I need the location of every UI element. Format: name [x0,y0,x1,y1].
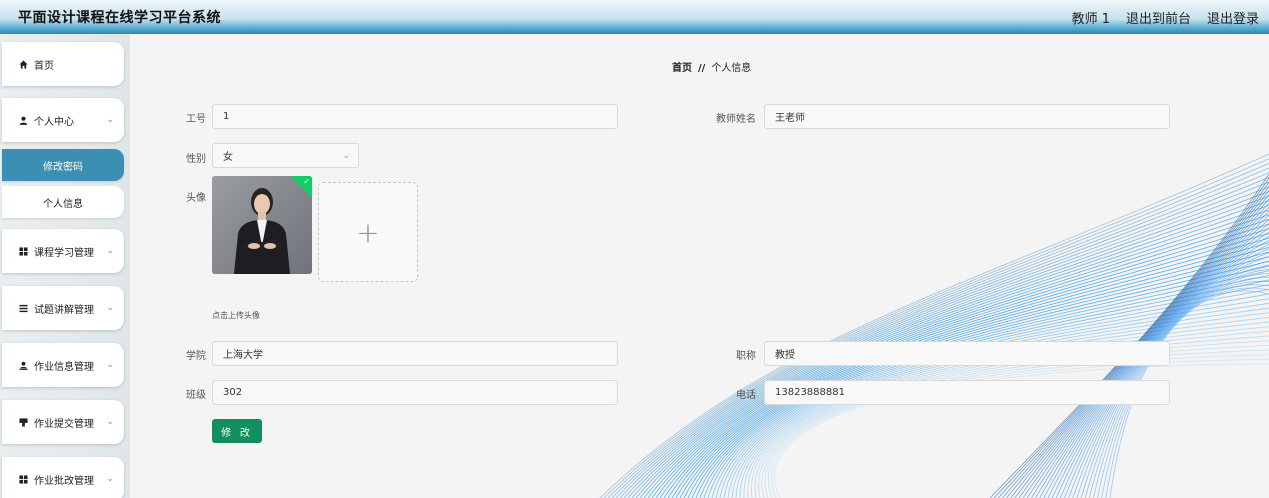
avatar-label: 头像 [186,193,206,204]
avatar-upload-tip: 点击上传头像 [212,311,260,320]
home-icon [18,59,28,69]
grid-icon [18,246,28,256]
sidebar-item-label: 课程学习管理 [34,247,94,259]
chevron-down-icon: ⌄ [106,303,114,313]
grid-icon [18,474,28,484]
wave-line [619,176,1269,498]
sidebar-item-label: 个人信息 [43,198,83,210]
avatar-preview[interactable]: ✓ [212,176,312,274]
teacher-name-input[interactable]: 王老师 [764,104,1170,129]
sidebar-item-exam-explanation[interactable]: 试题讲解管理 ⌄ [2,286,124,330]
sidebar-item-label: 作业信息管理 [34,361,94,373]
class-label: 班级 [186,390,206,401]
gender-label: 性别 [186,154,206,165]
sidebar-item-label: 修改密码 [43,161,83,173]
title-input[interactable]: 教授 [764,341,1170,366]
teacher-name-label: 教师姓名 [716,114,756,125]
sidebar-item-course-learning[interactable]: 课程学习管理 ⌄ [2,229,124,273]
user-icon [18,115,28,125]
sidebar-item-homework-submit[interactable]: 作业提交管理 ⌄ [2,400,124,444]
chevron-down-icon: ⌄ [106,417,114,427]
wave-line [1068,252,1269,498]
gender-select[interactable]: 女 ⌄ [212,143,359,168]
sidebar: 首页 个人中心 ⌄ 修改密码 个人信息 课程学习管理 ⌄ 试题讲解管理 ⌄ 作业… [0,34,130,498]
user-upload-icon [18,360,28,370]
sidebar-item-home[interactable]: 首页 [2,42,124,86]
chevron-down-icon: ⌄ [106,246,114,256]
job-no-input[interactable]: 1 [212,104,618,129]
sidebar-item-homework-info[interactable]: 作业信息管理 ⌄ [2,343,124,387]
title-label: 职称 [736,351,756,362]
phone-input[interactable]: 13823888881 [764,380,1170,405]
sidebar-item-label: 试题讲解管理 [34,304,94,316]
sidebar-item-homework-grading[interactable]: 作业批改管理 ⌄ [2,457,124,498]
top-bar: 平面设计课程在线学习平台系统 教师 1 退出到前台 退出登录 [0,0,1269,34]
sidebar-subitem-personal-info[interactable]: 个人信息 [2,186,124,218]
college-label: 学院 [186,351,206,362]
sidebar-item-label: 作业提交管理 [34,418,94,430]
breadcrumb-current: 个人信息 [711,63,752,74]
sidebar-subitem-change-password[interactable]: 修改密码 [2,149,124,181]
plus-icon: + [356,215,380,249]
chevron-down-icon: ⌄ [106,360,114,370]
gender-select-value: 女 [223,152,233,163]
chevron-down-icon: ⌄ [106,115,114,125]
list-icon [18,303,28,313]
logout-link[interactable]: 退出登录 [1207,8,1259,27]
top-actions: 教师 1 退出到前台 退出登录 [1072,8,1259,27]
main-content: 首页 // 个人信息 工号 1 教师姓名 王老师 性别 女 ⌄ 头像 ✓ + 点击上… [130,34,1269,498]
sidebar-item-label: 作业批改管理 [34,475,94,487]
breadcrumb-separator: // [698,63,706,74]
current-user-label: 教师 1 [1071,11,1110,27]
sidebar-item-label: 个人中心 [34,116,74,128]
sidebar-item-label: 首页 [34,60,54,72]
sidebar-item-personal-center[interactable]: 个人中心 ⌄ [2,98,124,142]
check-icon: ✓ [303,177,310,186]
phone-label: 电话 [736,390,756,401]
app-title: 平面设计课程在线学习平台系统 [18,10,221,26]
tag-icon [18,417,28,427]
submit-button[interactable]: 修 改 [212,419,262,443]
chevron-down-icon: ⌄ [342,150,350,161]
breadcrumb-home[interactable]: 首页 [672,63,692,74]
exit-to-front-link[interactable]: 退出到前台 [1126,8,1191,27]
job-no-label: 工号 [186,114,206,125]
class-input[interactable]: 302 [212,380,618,405]
wave-line [1072,256,1269,498]
breadcrumb: 首页 // 个人信息 [672,59,751,74]
chevron-down-icon: ⌄ [106,474,114,484]
avatar-upload-button[interactable]: + [318,182,418,282]
college-input[interactable]: 上海大学 [212,341,618,366]
